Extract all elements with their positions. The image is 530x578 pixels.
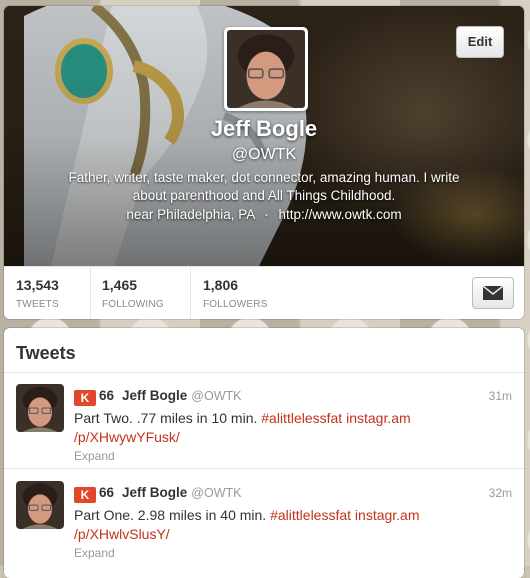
stat-following-label: FOLLOWING [102,299,164,310]
stat-tweets[interactable]: 13,543 TWEETS [16,277,59,310]
tweets-heading: Tweets [16,343,76,363]
tweet-expand-link[interactable]: Expand [74,546,115,560]
profile-bio: Father, writer, taste maker, dot connect… [68,170,460,203]
tweet-text-plain: Part One. 2.98 miles in 40 min. [74,507,267,523]
profile-location: near Philadelphia, PA [126,207,255,222]
tweet-url-link-path[interactable]: /p/XHwlvSlusY/ [74,526,170,542]
tweet-url-link[interactable]: instagr.am [355,507,420,523]
edit-profile-button[interactable]: Edit [456,26,504,58]
profile-stats-bar: 13,543 TWEETS 1,465 FOLLOWING 1,806 FOLL… [4,266,524,319]
tweets-card: Tweets K 66 Jeff Bogle @OWTK 31m Part Two. … [4,328,524,578]
stat-tweets-value: 13,543 [16,277,59,293]
location-separator: · [264,207,269,222]
tweet-text-plain: Part Two. .77 miles in 10 min. [74,410,258,426]
profile-avatar[interactable] [224,27,308,111]
tweet-author-handle[interactable]: @OWTK [191,486,241,500]
envelope-icon [482,285,504,300]
stat-followers-value: 1,806 [203,277,239,293]
klout-icon[interactable]: K [74,390,96,406]
tweet-author-name[interactable]: Jeff Bogle [122,485,187,500]
profile-handle: @OWTK [231,146,297,163]
tweet-header: K 66 Jeff Bogle @OWTK [74,388,241,406]
tweet-item[interactable]: K 66 Jeff Bogle @OWTK 32m Part One. 2.98 mi… [4,470,524,566]
tweet-hashtag-link[interactable]: #alittlelessfat [261,410,342,426]
klout-score: 66 [99,485,115,500]
avatar-photo [16,481,64,529]
stat-tweets-label: TWEETS [16,299,59,310]
tweet-expand-link[interactable]: Expand [74,449,115,463]
tweet-timestamp[interactable]: 32m [489,486,512,500]
tweet-divider [4,468,524,469]
avatar-photo [16,384,64,432]
stat-followers-label: FOLLOWERS [203,299,268,310]
profile-header-card: Edit Jeff Bogle @OWTK Father, writer, ta… [4,6,524,319]
tweet-item[interactable]: K 66 Jeff Bogle @OWTK 31m Part Two. .77 mil… [4,373,524,469]
stat-divider [90,267,91,319]
stat-followers[interactable]: 1,806 FOLLOWERS [203,277,268,310]
tweet-avatar[interactable] [16,384,64,432]
profile-name: Jeff Bogle [210,116,318,141]
tweet-url-link[interactable]: instagr.am [346,410,411,426]
stat-divider [190,267,191,319]
tweet-avatar[interactable] [16,481,64,529]
tweet-hashtag-link[interactable]: #alittlelessfat [270,507,351,523]
tweet-url-link-path[interactable]: /p/XHwywYFusk/ [74,429,180,445]
tweet-author-handle[interactable]: @OWTK [191,389,241,403]
tweet-author-name[interactable]: Jeff Bogle [122,388,187,403]
avatar-photo [227,30,305,108]
tweet-header: K 66 Jeff Bogle @OWTK [74,485,241,503]
profile-website-link[interactable]: http://www.owtk.com [279,207,402,222]
stat-following[interactable]: 1,465 FOLLOWING [102,277,164,310]
tweet-text: Part Two. .77 miles in 10 min. #alittlel… [74,409,494,447]
stat-following-value: 1,465 [102,277,138,293]
klout-icon[interactable]: K [74,487,96,503]
profile-location-line: near Philadelphia, PA · http://www.owtk.… [4,207,524,222]
klout-score: 66 [99,388,115,403]
tweet-timestamp[interactable]: 31m [489,389,512,403]
direct-message-button[interactable] [472,277,514,309]
tweet-text: Part One. 2.98 miles in 40 min. #alittle… [74,506,494,544]
